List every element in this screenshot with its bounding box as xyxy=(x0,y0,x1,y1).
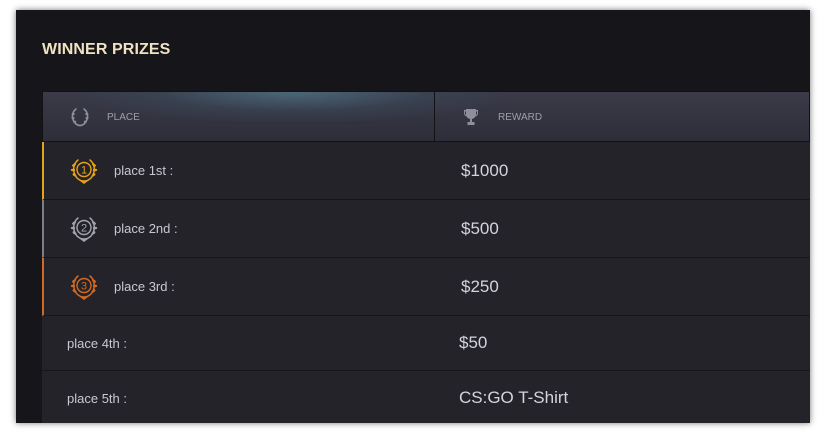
column-header-place: PLACE xyxy=(43,92,435,141)
place-label: place 3rd : xyxy=(114,279,175,294)
prize-row-2: 2 place 2nd : $500 xyxy=(42,200,810,258)
reward-value: $50 xyxy=(459,333,488,352)
prize-row-3: 3 place 3rd : $250 xyxy=(42,258,810,316)
bronze-medal-3-icon: 3 xyxy=(68,272,100,302)
svg-text:3: 3 xyxy=(81,280,87,292)
reward-value: $1000 xyxy=(461,160,509,180)
trophy-icon xyxy=(460,106,482,128)
svg-text:1: 1 xyxy=(81,164,87,176)
place-column-label: PLACE xyxy=(107,112,140,123)
winner-prizes-panel: WINNER PRIZES PLACE REWARD 1 place 1st:… xyxy=(16,10,810,423)
svg-text:2: 2 xyxy=(81,222,87,234)
place-cell: place 4th : xyxy=(42,316,127,370)
table-header: PLACE REWARD xyxy=(42,91,810,142)
place-label: place 5th : xyxy=(67,390,127,406)
reward-value: $500 xyxy=(461,218,499,238)
place-cell: 3 place 3rd : xyxy=(44,258,175,315)
place-cell: 2 place 2nd : xyxy=(44,200,178,257)
laurel-wreath-icon xyxy=(69,106,91,128)
reward-value: $250 xyxy=(461,276,499,296)
prize-row-1: 1 place 1st : $1000 xyxy=(42,142,810,200)
reward-column-label: REWARD xyxy=(498,112,543,123)
panel-title: WINNER PRIZES xyxy=(42,41,171,58)
place-label: place 4th : xyxy=(67,335,127,351)
place-label: place 2nd : xyxy=(114,221,178,236)
prize-row-4: place 4th : $50 xyxy=(42,316,810,371)
place-cell: 1 place 1st : xyxy=(44,142,173,199)
column-header-reward: REWARD xyxy=(435,92,809,141)
prize-row-5: place 5th : CS:GO T-Shirt xyxy=(42,371,810,423)
place-cell: place 5th : xyxy=(42,371,127,423)
gold-medal-1-icon: 1 xyxy=(68,156,100,186)
silver-medal-2-icon: 2 xyxy=(68,214,100,244)
prizes-table: PLACE REWARD 1 place 1st: $1000 2 place… xyxy=(42,91,810,423)
reward-value: CS:GO T-Shirt xyxy=(459,388,569,407)
place-label: place 1st : xyxy=(114,163,174,178)
